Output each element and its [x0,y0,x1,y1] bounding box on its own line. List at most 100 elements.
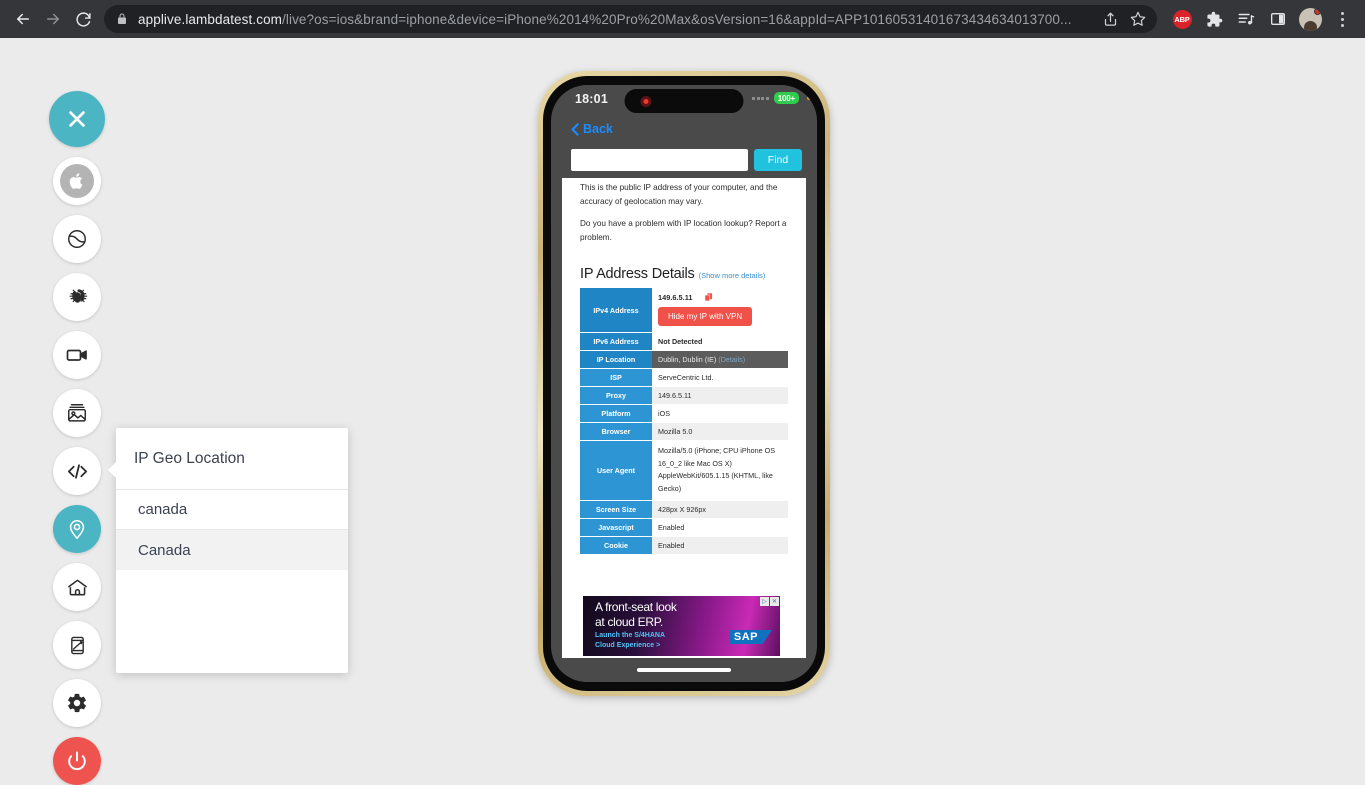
image-gallery-icon[interactable] [53,389,101,437]
lock-icon [116,13,128,25]
ip-details-table: IPv4 Address 149.6.5.11 Hide my IP with … [580,288,788,555]
row-value: ServeCentric Ltd. [652,368,788,388]
close-session-button[interactable] [49,91,105,147]
intro-paragraph-1: This is the public IP address of your co… [580,183,778,206]
side-panel-icon[interactable] [1263,4,1293,34]
table-row: IP Location Dublin, Dublin (IE) (Details… [580,350,788,370]
chevron-left-icon [571,122,579,136]
row-value: Dublin, Dublin (IE) (Details) [652,350,788,370]
page-body: IP Geo Location Canada 18:01 100+ [0,38,1365,785]
back-button[interactable]: Back [571,122,613,136]
table-row: Screen Size 428px X 926px [580,500,788,519]
power-button[interactable] [53,737,101,785]
device-action-toolbar [49,91,105,785]
geo-location-button[interactable] [53,505,101,553]
os-selector-button[interactable] [53,157,101,205]
geo-search-field[interactable] [116,490,348,530]
hide-ip-vpn-button[interactable]: Hide my IP with VPN [658,307,753,327]
ad-choices-icon[interactable]: ▷ [760,597,769,606]
intro-paragraph-2: Do you have a problem with IP location l… [580,219,787,242]
details-heading: IP Address Details (Show more details) [562,266,806,282]
row-value: Mozilla/5.0 (iPhone; CPU iPhone OS 16_0_… [652,440,788,501]
geo-search-input[interactable] [138,501,328,518]
row-value: 149.6.5.11 [652,386,788,406]
find-input[interactable] [571,149,748,171]
avatar-notification-dot [1313,7,1321,15]
reading-list-icon[interactable] [1231,4,1261,34]
row-value: Enabled [652,536,788,555]
geo-location-panel: IP Geo Location Canada [108,428,348,673]
row-key: ISP [580,368,652,388]
status-time: 18:01 [575,92,608,106]
record-dot-icon [640,95,652,107]
bug-icon[interactable] [53,273,101,321]
panel-title: IP Geo Location [116,428,348,490]
privacy-indicator-dot [807,96,811,100]
app-nav-bar: Back [551,116,817,142]
row-key: Cookie [580,536,652,555]
abp-label: ABP [1172,9,1192,29]
row-value: Not Detected [652,332,788,352]
row-key: Proxy [580,386,652,406]
ad-headline-line2: at cloud ERP. [595,615,663,629]
puzzle-extension-icon[interactable] [1199,4,1229,34]
browser-toolbar: applive.lambdatest.com/live?os=ios&brand… [0,0,1365,38]
ipv6-value: Not Detected [658,337,703,347]
dynamic-island [624,89,744,113]
table-row: Javascript Enabled [580,518,788,537]
code-icon[interactable] [53,447,101,495]
show-more-details-link[interactable]: (Show more details) [699,271,766,280]
forward-arrow-icon[interactable] [38,4,68,34]
video-camera-icon[interactable] [53,331,101,379]
row-key: Platform [580,404,652,424]
row-value: 149.6.5.11 Hide my IP with VPN [652,288,788,334]
table-row: Browser Mozilla 5.0 [580,422,788,442]
webview-content[interactable]: This is the public IP address of your co… [562,178,806,658]
address-bar[interactable]: applive.lambdatest.com/live?os=ios&brand… [104,5,1157,33]
reload-icon[interactable] [68,4,98,34]
row-value: iOS [652,404,788,424]
table-row: IPv4 Address 149.6.5.11 Hide my IP with … [580,288,788,334]
device-frame: 18:01 100+ Back Find This is the public … [538,71,830,696]
geo-option-canada[interactable]: Canada [116,530,348,570]
share-icon[interactable] [1097,6,1123,32]
table-row: Proxy 149.6.5.11 [580,386,788,406]
ad-close-icon[interactable]: ✕ [770,597,779,606]
device-screen[interactable]: 18:01 100+ Back Find This is the public … [551,85,817,682]
table-row: User Agent Mozilla/5.0 (iPhone; CPU iPho… [580,440,788,501]
signal-bars-icon [752,96,769,100]
find-button[interactable]: Find [754,149,802,171]
row-value: Mozilla 5.0 [652,422,788,442]
device-bezel: 18:01 100+ Back Find This is the public … [543,76,825,691]
row-value: Enabled [652,518,788,537]
ip-location-value: Dublin, Dublin (IE) [658,355,717,365]
ip-location-details-link[interactable]: (Details) [718,355,745,364]
row-key: Screen Size [580,500,652,519]
ad-choices-controls[interactable]: ▷ ✕ [760,597,779,606]
copy-icon[interactable] [704,292,713,302]
battery-badge: 100+ [773,92,799,104]
details-heading-text: IP Address Details [580,266,695,283]
row-key: Browser [580,422,652,442]
home-indicator[interactable] [637,668,731,672]
ipv4-value: 149.6.5.11 [658,292,693,302]
row-key: IPv6 Address [580,332,652,352]
row-key: User Agent [580,440,652,501]
row-key: IP Location [580,350,652,370]
abp-extension-icon[interactable]: ABP [1167,4,1197,34]
gear-icon[interactable] [53,679,101,727]
home-icon[interactable] [53,563,101,611]
table-row: Cookie Enabled [580,536,788,555]
back-label: Back [583,122,613,136]
profile-avatar[interactable] [1295,4,1325,34]
switch-device-button[interactable] [53,215,101,263]
ad-headline-line1: A front-seat look [595,600,677,614]
sap-ad-banner[interactable]: A front-seat look at cloud ERP. Launch t… [583,596,780,656]
three-dot-menu-icon[interactable] [1327,4,1357,34]
star-icon[interactable] [1125,6,1151,32]
apple-icon [60,164,94,198]
find-bar: Find [551,142,817,178]
back-arrow-icon[interactable] [8,4,38,34]
row-key: Javascript [580,518,652,537]
rotate-device-icon[interactable] [53,621,101,669]
